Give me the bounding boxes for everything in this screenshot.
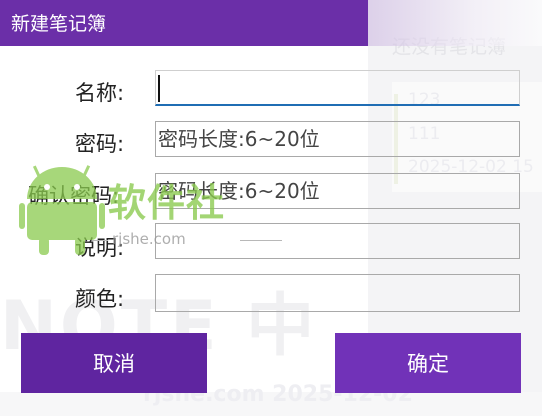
color-label: 颜色: (75, 287, 125, 311)
watermark-rule (92, 240, 108, 241)
dialog-title: 新建笔记簿 (11, 13, 107, 35)
watermark-name: 软件社 (108, 181, 226, 225)
password-input[interactable] (155, 121, 520, 157)
dialog-title-bar: 新建笔记簿 (0, 0, 368, 46)
watermark-domain: rjshe.com (112, 230, 186, 248)
notebook-name-input[interactable] (155, 70, 520, 106)
cancel-button[interactable]: 取消 (21, 333, 207, 393)
description-input[interactable] (155, 223, 520, 259)
watermark-rule (240, 240, 282, 241)
color-input[interactable] (155, 274, 520, 312)
name-label: 名称: (75, 81, 125, 105)
title-bar-fade (368, 0, 542, 46)
text-caret (158, 75, 160, 102)
password-label: 密码: (75, 132, 125, 156)
confirm-button[interactable]: 确定 (335, 333, 521, 393)
android-robot-icon (19, 165, 105, 255)
